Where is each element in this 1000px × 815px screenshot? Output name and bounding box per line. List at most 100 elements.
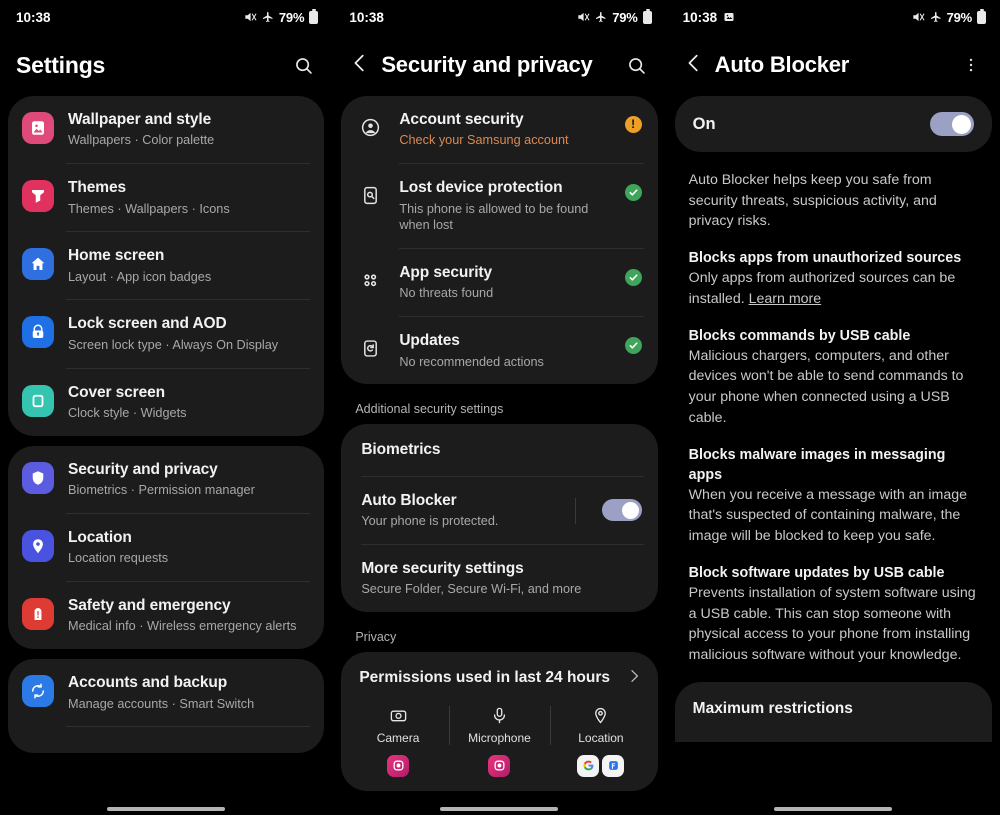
list-item-updates[interactable]: Updates No recommended actions [341, 317, 657, 384]
list-item-account-security[interactable]: Account security Check your Samsung acco… [341, 96, 657, 163]
auto-blocker-description: Auto Blocker helps keep you safe from se… [667, 156, 1000, 666]
item-title: Security and privacy [68, 460, 218, 478]
camera-icon [389, 706, 408, 726]
status-bar: 10:38 79% [333, 0, 665, 34]
sidebar-item-themes[interactable]: Themes Themes · Wallpapers · Icons [8, 164, 324, 231]
permission-cell-location[interactable]: Location [550, 702, 651, 751]
sidebar-item-lock-screen-and-aod[interactable]: Lock screen and AOD Screen lock type · A… [8, 300, 324, 367]
permission-apps [341, 751, 657, 791]
more-vertical-icon[interactable] [956, 50, 986, 80]
list-item-app-security[interactable]: App security No threats found [341, 249, 657, 316]
security-list[interactable]: Account security Check your Samsung acco… [333, 96, 665, 791]
home-indicator[interactable] [667, 807, 1000, 811]
sidebar-item-security-and-privacy[interactable]: Security and privacy Biometrics · Permis… [8, 446, 324, 513]
settings-group-accounts: Accounts and backup Manage accounts · Sm… [8, 659, 325, 754]
item-subtitle: Wallpapers · Color palette [68, 133, 215, 148]
permission-label: Camera [376, 730, 420, 745]
item-subtitle: Screen lock type · Always On Display [68, 337, 279, 352]
permission-apps-camera[interactable] [347, 754, 448, 777]
chevron-right-icon[interactable] [626, 668, 642, 688]
search-icon[interactable] [288, 50, 318, 80]
auto-blocker-master-toggle-row[interactable]: On [674, 96, 992, 152]
section-body: Only apps from authorized sources can be… [689, 268, 978, 309]
check-circle-icon [624, 269, 642, 287]
section-body: When you receive a message with an image… [688, 486, 968, 545]
toggle-state-label: On [692, 114, 716, 133]
permissions-header[interactable]: Permissions used in last 24 hours [341, 652, 657, 700]
toggle-divider [574, 498, 576, 525]
sidebar-item-location[interactable]: Location Location requests [8, 514, 324, 581]
sidebar-item-wallpaper-and-style[interactable]: Wallpaper and style Wallpapers · Color p… [8, 96, 324, 163]
permissions-title: Permissions used in last 24 hours [359, 668, 610, 686]
permissions-grid: Camera Microphone Location [341, 700, 657, 751]
list-item-biometrics[interactable]: Biometrics [341, 424, 657, 475]
location-pin-icon [591, 706, 610, 726]
update-icon [355, 333, 385, 363]
sidebar-item-cover-screen[interactable]: Cover screen Clock style · Widgets [8, 369, 324, 436]
permission-cell-camera[interactable]: Camera [347, 702, 448, 751]
shield-icon [22, 461, 54, 494]
list-item-more-security-settings[interactable]: More security settings Secure Folder, Se… [341, 545, 657, 612]
sidebar-item-home-screen[interactable]: Home screen Layout · App icon badges [8, 232, 324, 299]
section-heading: Blocks malware images in messaging apps [688, 446, 946, 483]
chevron-left-icon[interactable] [349, 52, 371, 79]
section-heading: Blocks commands by USB cable [688, 327, 911, 344]
item-subtitle: No recommended actions [399, 354, 544, 369]
additional-security-card: Biometrics Auto Blocker Your phone is pr… [341, 424, 658, 612]
home-icon [22, 248, 54, 281]
warning-badge-icon: ! [624, 116, 642, 133]
item-subtitle: Clock style · Widgets [68, 405, 187, 420]
airplane-mode-icon [262, 11, 274, 23]
maximum-restrictions-card[interactable]: Maximum restrictions [674, 681, 992, 742]
panel-settings: 10:38 79% Settings Wallpaper and style W… [0, 0, 334, 815]
settings-group-security: Security and privacy Biometrics · Permis… [8, 445, 325, 650]
auto-blocker-master-toggle[interactable] [929, 112, 974, 136]
learn-more-link[interactable]: Learn more [749, 291, 822, 307]
settings-group-personalization: Wallpaper and style Wallpapers · Color p… [8, 96, 325, 436]
check-circle-icon [624, 184, 642, 202]
item-subtitle: No threats found [399, 286, 494, 301]
page-title: Security and privacy [381, 52, 593, 77]
airplane-mode-icon [930, 11, 942, 23]
status-bar: 10:38 79% [0, 0, 332, 34]
permissions-card[interactable]: Permissions used in last 24 hours Camera [341, 651, 658, 791]
maximum-restrictions-title: Maximum restrictions [692, 699, 853, 717]
battery-icon [309, 8, 319, 24]
flipkart-icon [602, 754, 625, 777]
battery-percent: 79% [946, 9, 973, 25]
settings-list[interactable]: Wallpaper and style Wallpapers · Color p… [0, 96, 332, 754]
permission-apps-location[interactable] [550, 754, 651, 777]
item-subtitle: Layout · App icon badges [68, 269, 212, 284]
auto-blocker-toggle[interactable] [601, 499, 642, 522]
permission-apps-microphone[interactable] [449, 754, 550, 777]
list-item-auto-blocker[interactable]: Auto Blocker Your phone is protected. [341, 477, 657, 544]
item-title: Biometrics [361, 441, 441, 459]
list-item-lost-device-protection[interactable]: Lost device protection This phone is all… [341, 164, 657, 248]
app-bar-settings: Settings [0, 34, 332, 96]
instagram-icon [488, 754, 511, 777]
status-bar-time: 10:38 [16, 9, 51, 25]
sidebar-item-safety-and-emergency[interactable]: Safety and emergency Medical info · Wire… [8, 582, 324, 649]
item-title: Safety and emergency [68, 596, 231, 614]
section-body-text: Only apps from authorized sources can be… [688, 270, 956, 307]
sidebar-item-accounts-and-backup[interactable]: Accounts and backup Manage accounts · Sm… [8, 659, 324, 726]
cover-screen-icon [22, 384, 54, 417]
item-subtitle: Secure Folder, Secure Wi-Fi, and more [361, 582, 582, 597]
intro-text: Auto Blocker helps keep you safe from se… [688, 172, 937, 230]
lock-icon [22, 316, 54, 349]
screenshot-icon [723, 11, 735, 23]
app-grid-icon [355, 265, 385, 295]
status-bar-time: 10:38 [682, 9, 718, 25]
item-title: Accounts and backup [68, 674, 228, 692]
item-title: Updates [399, 332, 460, 350]
item-title: Themes [68, 179, 126, 197]
chevron-left-icon[interactable] [683, 52, 705, 79]
permission-cell-microphone[interactable]: Microphone [448, 702, 550, 751]
search-icon[interactable] [622, 50, 652, 80]
sidebar-item-partial[interactable] [8, 727, 324, 753]
item-subtitle: Manage accounts · Smart Switch [68, 696, 255, 711]
home-indicator[interactable] [333, 807, 665, 811]
home-indicator[interactable] [0, 807, 332, 811]
item-subtitle: Biometrics · Permission manager [68, 483, 255, 498]
panel-security-and-privacy: 10:38 79% Security and privacy Account s… [333, 0, 667, 815]
